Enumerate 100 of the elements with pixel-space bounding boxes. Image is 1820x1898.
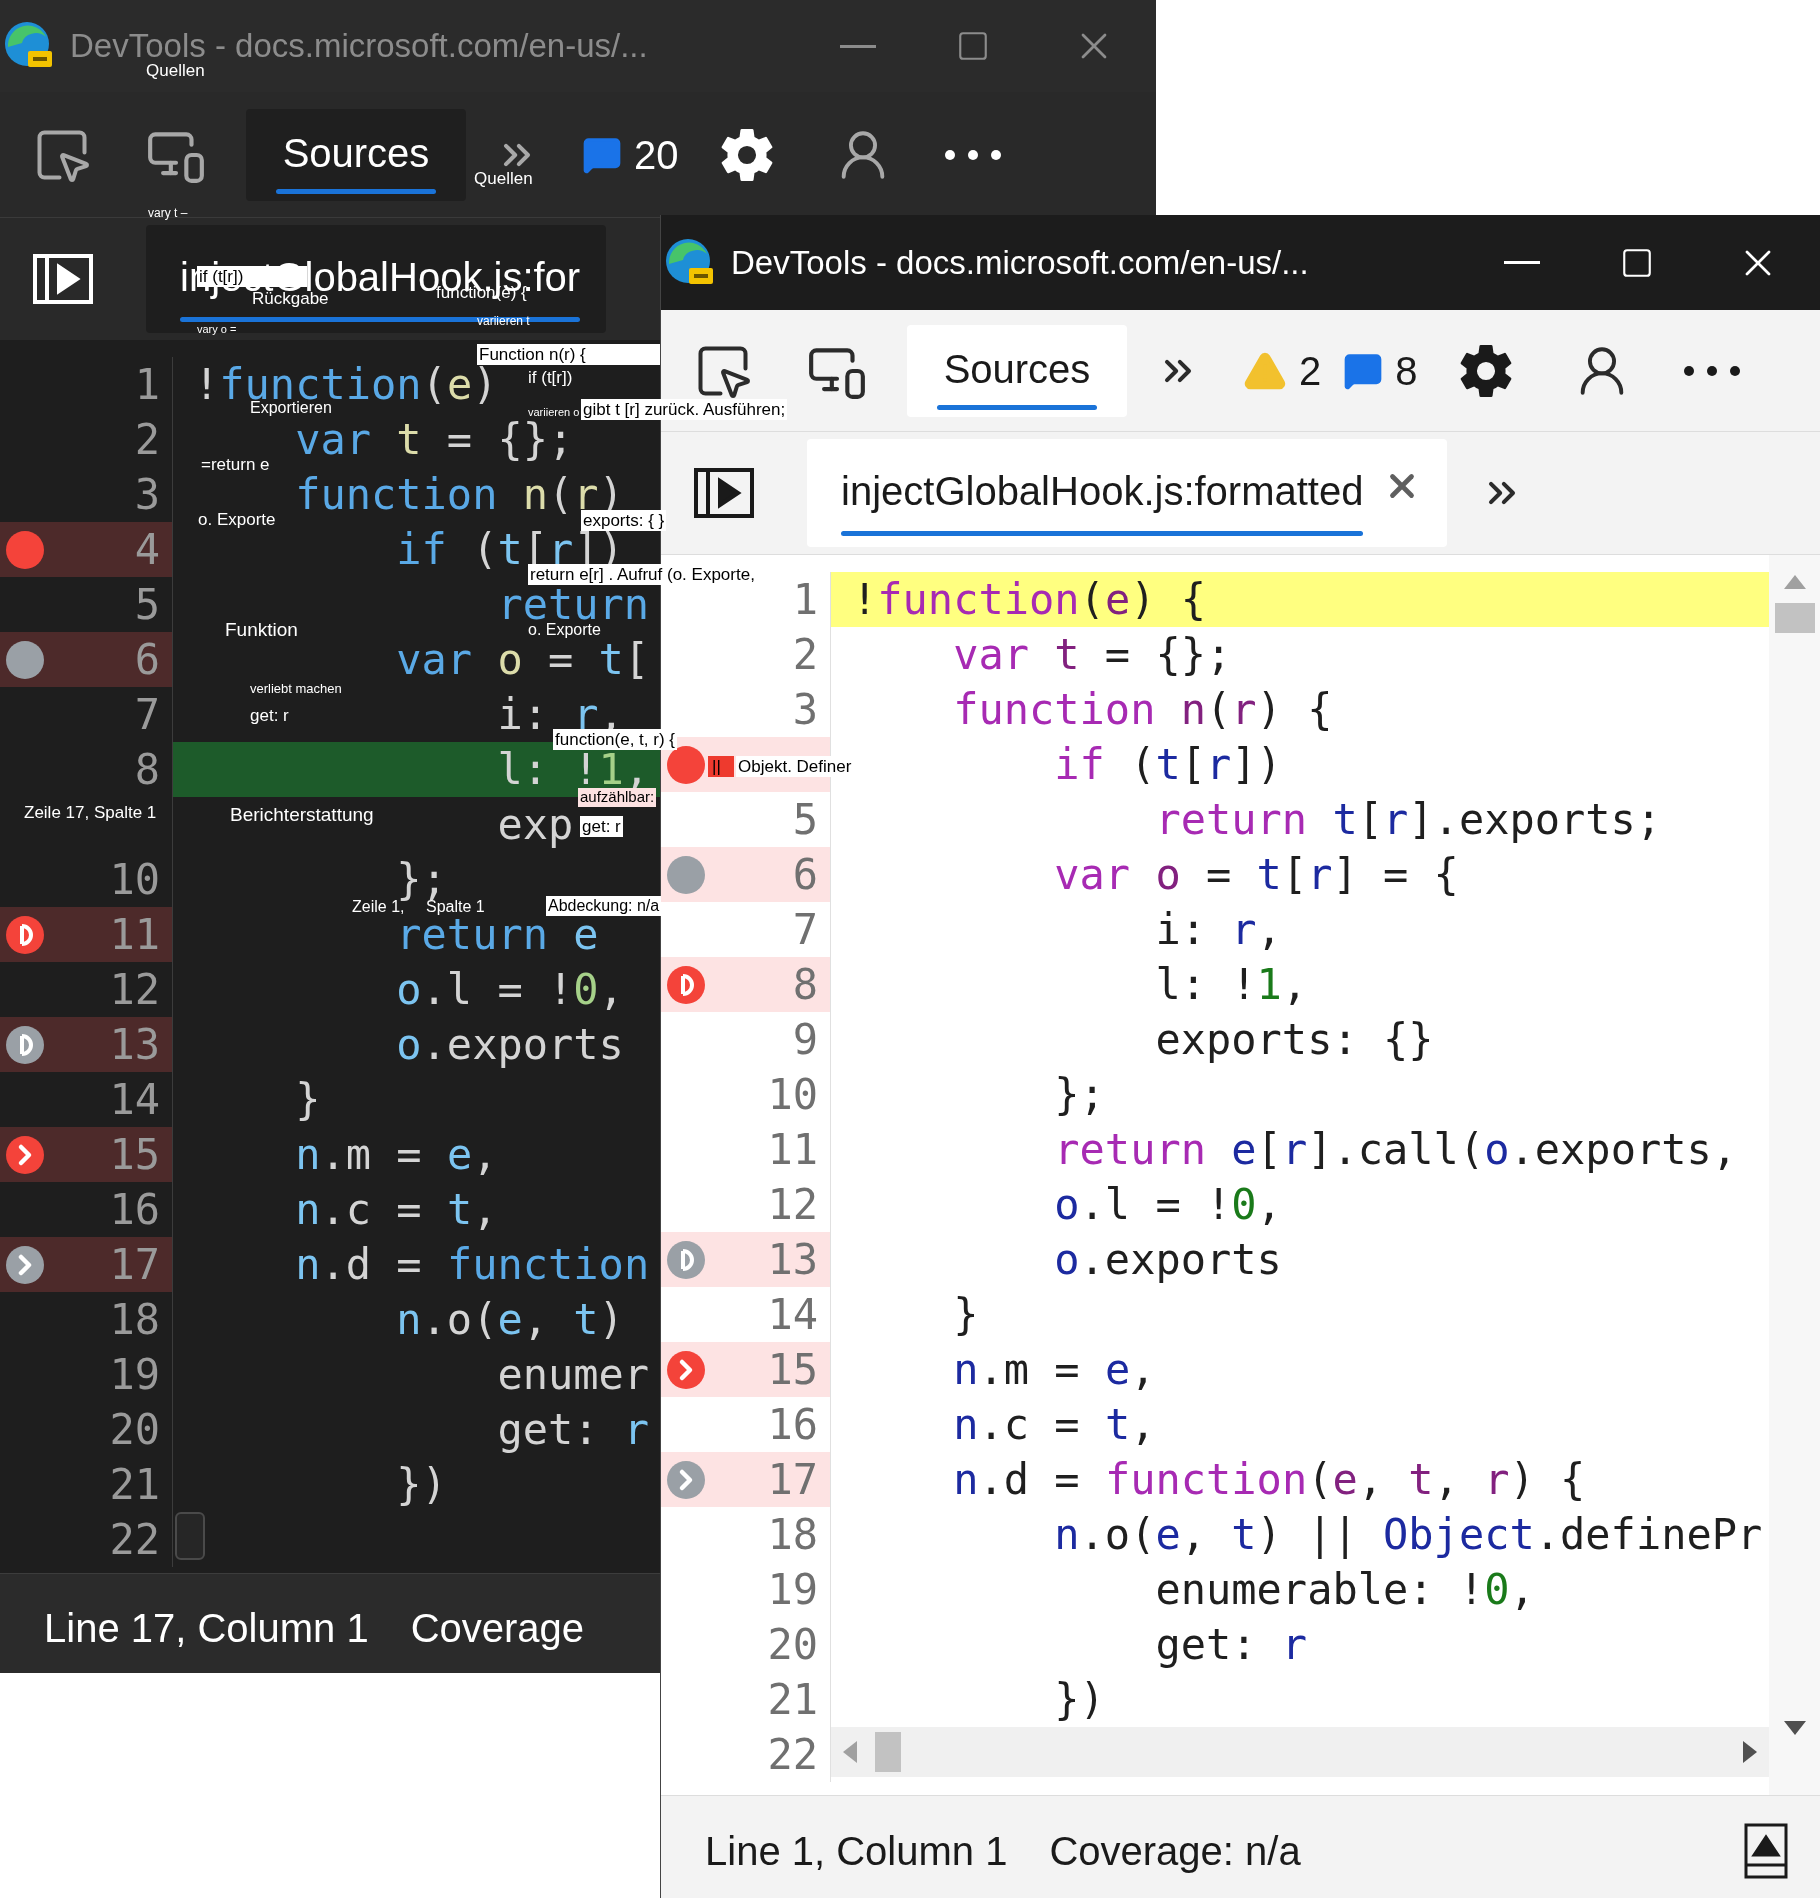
line-number: 2 <box>792 633 818 676</box>
translation-label: Function n(r) { <box>477 344 660 366</box>
code-line: n.m = e, <box>295 1133 498 1176</box>
code-line: var t = {}; <box>953 633 1232 676</box>
scrollbar-thumb[interactable] <box>875 1732 901 1772</box>
code-line: n.d = function <box>295 1243 650 1286</box>
code-line: }) <box>1054 1678 1105 1721</box>
translation-label: o. Exporte <box>528 620 601 640</box>
status-text: Line 17, Column 1 <box>44 1604 369 1652</box>
status-text: Coverage: n/a <box>1049 1828 1301 1875</box>
code-line: i: r, <box>1155 908 1282 951</box>
code-line: o.l = !0, <box>396 968 624 1011</box>
code-line: var o = t[r] = { <box>1054 853 1459 896</box>
line-number: 1 <box>134 363 160 406</box>
breakpoint-icon[interactable] <box>5 914 45 955</box>
line-number: 13 <box>109 1023 160 1066</box>
line-number: 5 <box>792 798 818 841</box>
window-title: DevTools - docs.microsoft.com/en-us/... <box>731 242 1309 283</box>
drawer-toggle-button[interactable] <box>1744 1823 1788 1879</box>
line-number: 16 <box>767 1403 818 1446</box>
line-number: 8 <box>792 963 818 1006</box>
scroll-down-icon[interactable] <box>1783 1721 1806 1735</box>
more-options-button[interactable] <box>944 149 1001 160</box>
code-line: } <box>295 1078 321 1121</box>
line-number: 19 <box>767 1568 818 1611</box>
minimize-button[interactable] <box>840 44 876 48</box>
panel-tab[interactable]: Sources <box>246 108 466 201</box>
line-number: 6 <box>792 853 818 896</box>
code-line: n.d = function(e, t, r) { <box>953 1458 1586 1501</box>
line-number: 20 <box>767 1623 818 1666</box>
line-number: 22 <box>767 1733 818 1776</box>
scroll-right-icon[interactable] <box>1743 1741 1757 1763</box>
line-number: 12 <box>767 1183 818 1226</box>
messages-counter[interactable]: 20 <box>582 124 679 185</box>
vertical-scrollbar[interactable] <box>1769 555 1820 1795</box>
code-line: if (t[r]) <box>1054 743 1282 786</box>
translation-label: o. Exporte <box>198 509 276 531</box>
line-number: 14 <box>109 1078 160 1121</box>
messages-counter[interactable]: 8 <box>1343 340 1418 401</box>
line-number: 7 <box>792 908 818 951</box>
navigator-toggle-button[interactable] <box>30 251 96 307</box>
line-number: 15 <box>109 1133 160 1176</box>
line-number: 10 <box>767 1073 818 1116</box>
code-line: function n(r) { <box>953 688 1333 731</box>
translation-label: aufzählbar: <box>578 788 657 807</box>
line-number: 7 <box>134 693 160 736</box>
line-number: 12 <box>109 968 160 1011</box>
minimize-icon <box>840 44 876 48</box>
code-line: exports: {} <box>1155 1018 1434 1061</box>
code-line: }; <box>396 858 447 901</box>
translation-label: gibt t [r] zurück. Ausführen; <box>581 399 788 421</box>
more-options-button[interactable] <box>1683 365 1740 376</box>
translation-label: Zeile 17, Spalte 1 <box>24 802 157 824</box>
line-number: 8 <box>134 748 160 791</box>
translation-label: variieren o <box>528 406 580 420</box>
code-line: enumerable: !0, <box>1155 1568 1535 1611</box>
line-number: 9 <box>792 1018 818 1061</box>
line-number: 21 <box>767 1678 818 1721</box>
line-number: 18 <box>109 1298 160 1341</box>
code-line: l: !1, <box>1155 963 1308 1006</box>
panel-tab[interactable]: Sources <box>907 324 1127 417</box>
panel-toggle-icon <box>693 467 755 519</box>
horizontal-scrollbar[interactable] <box>831 1727 1769 1777</box>
translation-label: || <box>708 756 734 778</box>
line-number: 20 <box>109 1408 160 1451</box>
code-line: get: r <box>497 1408 650 1451</box>
line-number: 17 <box>767 1458 818 1501</box>
line-number: 11 <box>767 1128 818 1171</box>
line-number: 3 <box>792 688 818 731</box>
code-line: return t[r].exports; <box>1155 798 1662 841</box>
translation-label: verliebt machen <box>250 681 342 698</box>
line-number: 22 <box>109 1518 160 1561</box>
breakpoint-icon[interactable] <box>5 1024 45 1065</box>
breakpoint-icon[interactable] <box>5 1244 45 1285</box>
code-line: var t = {}; <box>295 418 574 461</box>
line-number: 21 <box>109 1463 160 1506</box>
breakpoint-icon[interactable] <box>5 1134 45 1175</box>
status-text: Coverage <box>410 1604 585 1652</box>
code-line: return e[r].call(o.exports, <box>1054 1128 1738 1171</box>
more-icon <box>1683 365 1740 376</box>
horizontal-scrollbar-thumb[interactable] <box>175 1512 205 1560</box>
warnings-counter[interactable]: 2 <box>1243 340 1322 401</box>
line-number: 5 <box>134 583 160 626</box>
line-number: 17 <box>109 1243 160 1286</box>
code-line: o.exports <box>1054 1238 1282 1281</box>
navigator-toggle-button[interactable] <box>691 465 757 521</box>
maximize-icon <box>956 29 990 63</box>
line-number: 11 <box>109 913 160 956</box>
translation-label: get: r <box>580 816 623 838</box>
scrollbar-thumb[interactable] <box>1774 603 1815 633</box>
translation-label: Berichterstattung <box>230 803 374 827</box>
translation-label: vary o = <box>197 323 237 337</box>
translation-label: get: r <box>250 705 289 727</box>
drawer-toggle-icon <box>1744 1823 1788 1879</box>
translation-label: Funktion <box>225 618 298 642</box>
line-number: 2 <box>134 418 160 461</box>
translation-label: Quellen <box>474 168 533 190</box>
translation-label: vary t – <box>148 206 188 221</box>
line-number: 13 <box>767 1238 818 1281</box>
file-tab[interactable]: injectGlobalHook.js:formatted <box>807 439 1448 547</box>
